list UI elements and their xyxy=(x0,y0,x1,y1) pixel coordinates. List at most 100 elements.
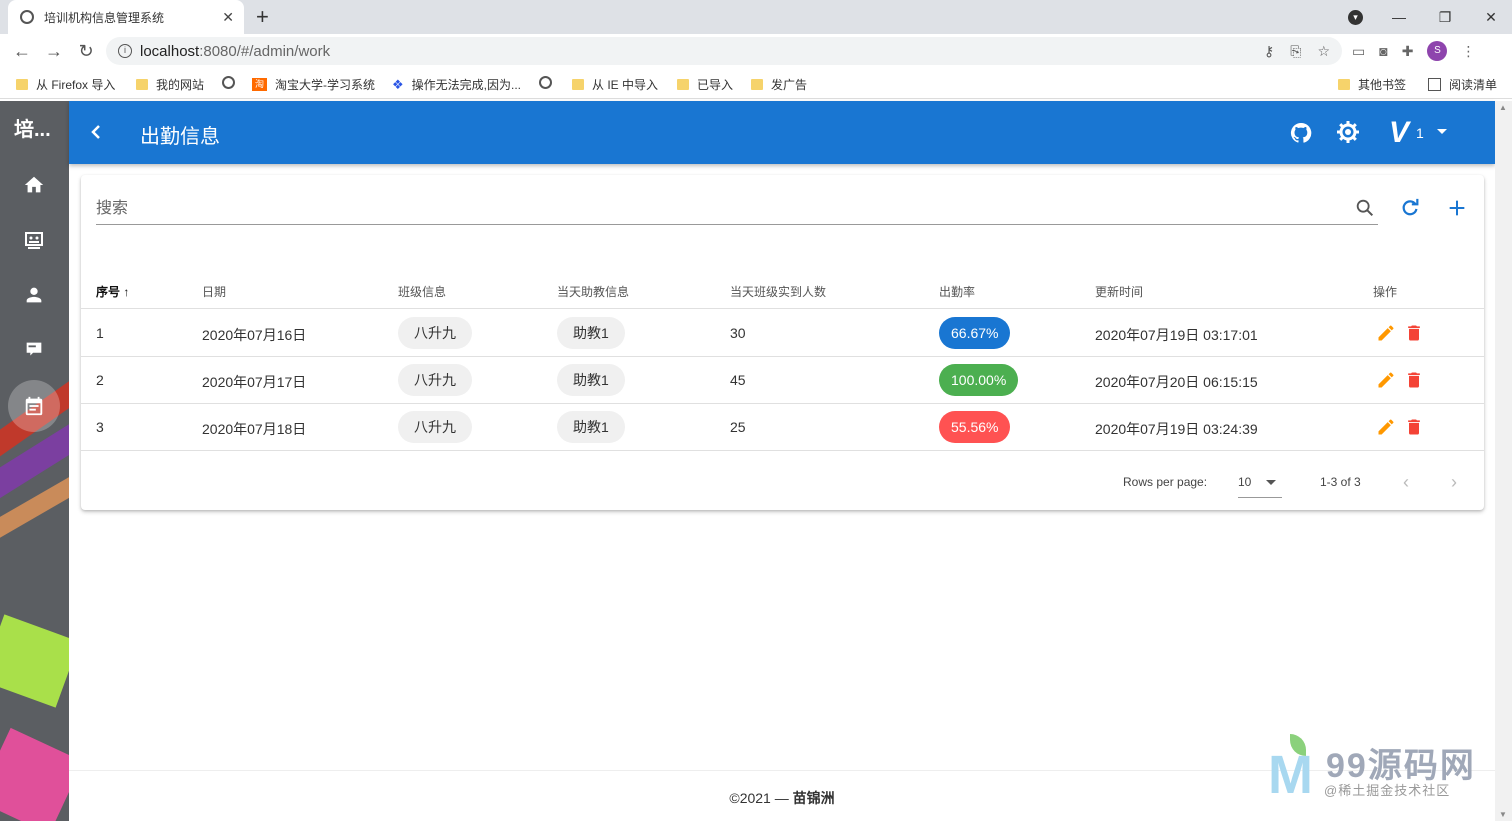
clip-decoration xyxy=(0,727,69,821)
star-icon[interactable]: ☆ xyxy=(1317,43,1330,60)
header-rate[interactable]: 出勤率 xyxy=(939,283,975,300)
edit-pencil-icon[interactable] xyxy=(1376,370,1396,390)
rows-per-page-select[interactable]: 10 xyxy=(1238,466,1282,498)
clip-decoration xyxy=(0,614,69,708)
chevron-left-icon[interactable]: ‹ xyxy=(1403,472,1409,493)
header-date[interactable]: 日期 xyxy=(202,283,226,300)
settings-gear-icon[interactable] xyxy=(1336,120,1360,144)
bookmark-item[interactable] xyxy=(222,76,243,89)
bookmark-item[interactable]: 淘淘宝大学-学习系统 xyxy=(252,76,375,93)
table-row[interactable]: 2 2020年07月17日 八升九 助教1 45 100.00% 2020年07… xyxy=(81,357,1484,404)
edit-pencil-icon[interactable] xyxy=(1376,417,1396,437)
reading-list-icon xyxy=(1428,78,1441,91)
sidebar-item-home[interactable] xyxy=(18,169,50,201)
bookmark-item[interactable]: 发广告 xyxy=(751,76,807,93)
edit-pencil-icon[interactable] xyxy=(1376,323,1396,343)
assistant-chip[interactable]: 助教1 xyxy=(557,317,625,349)
folder-icon xyxy=(16,79,28,90)
add-icon[interactable] xyxy=(1446,197,1468,219)
url-path: :8080/#/admin/work xyxy=(199,42,331,60)
reload-icon[interactable]: ↻ xyxy=(70,41,102,62)
header-assistant[interactable]: 当天助教信息 xyxy=(557,283,629,300)
maximize-icon[interactable]: ❐ xyxy=(1422,9,1468,26)
search-icon[interactable] xyxy=(1354,197,1376,219)
key-icon[interactable]: ⚷ xyxy=(1264,43,1274,60)
cell-updated: 2020年07月19日 03:24:39 xyxy=(1095,421,1258,437)
user-menu-label[interactable]: 1 xyxy=(1416,125,1424,141)
cell-index: 1 xyxy=(96,325,104,341)
browser-tab-strip: 培训机构信息管理系统 ✕ + ▾ — ❐ ✕ xyxy=(0,0,1512,34)
close-window-icon[interactable]: ✕ xyxy=(1468,9,1512,26)
profile-avatar[interactable]: S xyxy=(1427,41,1448,61)
sidebar-item-teaching[interactable] xyxy=(18,334,50,366)
menu-kebab-icon[interactable]: ⋮ xyxy=(1461,43,1475,60)
bookmark-item[interactable]: 从 Firefox 导入 xyxy=(16,76,115,93)
rows-per-page-label: Rows per page: xyxy=(1123,475,1208,489)
other-bookmarks[interactable]: 其他书签 xyxy=(1338,76,1406,93)
header-count[interactable]: 当天班级实到人数 xyxy=(730,283,826,300)
translate-icon[interactable]: ⎘ xyxy=(1290,43,1301,60)
watermark-logo: M 99源码网 @稀土掘金技术社区 xyxy=(1266,734,1496,804)
github-icon[interactable] xyxy=(1289,121,1313,145)
back-arrow-icon[interactable]: ← xyxy=(6,41,38,62)
table-row[interactable]: 3 2020年07月18日 八升九 助教1 25 55.56% 2020年07月… xyxy=(81,404,1484,451)
globe-icon xyxy=(539,76,552,89)
cell-index: 2 xyxy=(96,372,104,388)
dropdown-caret-icon[interactable] xyxy=(1437,129,1447,134)
sidebar-item-users[interactable] xyxy=(18,279,50,311)
vuetify-logo-icon[interactable]: V xyxy=(1389,116,1409,150)
close-tab-icon[interactable]: ✕ xyxy=(222,9,234,26)
scroll-up-icon[interactable]: ▲ xyxy=(1499,103,1507,112)
header-updated[interactable]: 更新时间 xyxy=(1095,283,1143,300)
camera-icon[interactable]: ◙ xyxy=(1379,43,1387,59)
delete-trash-icon[interactable] xyxy=(1404,417,1424,437)
class-chip[interactable]: 八升九 xyxy=(398,411,472,443)
assistant-chip[interactable]: 助教1 xyxy=(557,364,625,396)
home-icon xyxy=(24,176,44,193)
scroll-down-icon[interactable]: ▼ xyxy=(1499,810,1507,819)
globe-icon xyxy=(20,10,34,24)
table-header: 序号 ↑ 日期 班级信息 当天助教信息 当天班级实到人数 出勤率 更新时间 操作 xyxy=(81,271,1484,309)
chevron-left-icon[interactable] xyxy=(89,121,103,143)
sort-arrow-up-icon[interactable]: ↑ xyxy=(123,285,129,299)
folder-icon xyxy=(677,79,689,90)
header-index[interactable]: 序号 ↑ xyxy=(96,283,129,300)
table-pagination: Rows per page: 10 1-3 of 3 ‹ › xyxy=(81,452,1484,510)
header-actions: 操作 xyxy=(1373,285,1398,299)
page-scrollbar[interactable]: ▲ ▼ xyxy=(1495,101,1512,821)
address-bar[interactable]: i localhost:8080/#/admin/work ⚷ ⎘ ☆ xyxy=(106,37,1342,65)
bookmark-item[interactable]: 我的网站 xyxy=(136,76,204,93)
delete-trash-icon[interactable] xyxy=(1404,323,1424,343)
bookmark-item[interactable]: ❖ 操作无法完成,因为... xyxy=(392,76,521,93)
author-name: 苗锦洲 xyxy=(792,790,835,806)
nav-sidebar: 培... xyxy=(0,101,69,821)
watermark-subtitle: @稀土掘金技术社区 xyxy=(1324,783,1451,798)
browser-tab[interactable]: 培训机构信息管理系统 ✕ xyxy=(8,0,244,34)
delete-trash-icon[interactable] xyxy=(1404,370,1424,390)
extension-icon[interactable]: ▭ xyxy=(1352,43,1365,60)
table-row[interactable]: 1 2020年07月16日 八升九 助教1 30 66.67% 2020年07月… xyxy=(81,310,1484,357)
sidebar-item-attendance[interactable] xyxy=(8,380,60,432)
sidebar-item-classes[interactable] xyxy=(18,224,50,256)
chevron-right-icon[interactable]: › xyxy=(1451,472,1457,493)
search-input[interactable] xyxy=(96,197,1296,221)
class-chip[interactable]: 八升九 xyxy=(398,364,472,396)
tab-search-icon[interactable]: ▾ xyxy=(1348,10,1363,25)
reading-list[interactable]: 阅读清单 xyxy=(1428,76,1497,93)
minimize-icon[interactable]: — xyxy=(1376,9,1422,25)
assistant-chip[interactable]: 助教1 xyxy=(557,411,625,443)
new-tab-button[interactable]: + xyxy=(256,4,269,30)
site-info-icon[interactable]: i xyxy=(118,44,132,58)
bookmark-item[interactable]: 从 IE 中导入 xyxy=(572,76,658,93)
cell-updated: 2020年07月20日 06:15:15 xyxy=(1095,374,1258,390)
bookmark-item[interactable]: 已导入 xyxy=(677,76,733,93)
puzzle-icon[interactable]: ✚ xyxy=(1402,43,1414,60)
cell-count: 30 xyxy=(730,325,746,341)
forward-arrow-icon[interactable]: → xyxy=(38,41,70,62)
class-chip[interactable]: 八升九 xyxy=(398,317,472,349)
header-class[interactable]: 班级信息 xyxy=(398,283,446,300)
bookmark-item[interactable] xyxy=(539,76,560,89)
classroom-icon xyxy=(25,232,43,249)
refresh-icon[interactable] xyxy=(1399,197,1421,219)
page-range: 1-3 of 3 xyxy=(1320,475,1361,489)
